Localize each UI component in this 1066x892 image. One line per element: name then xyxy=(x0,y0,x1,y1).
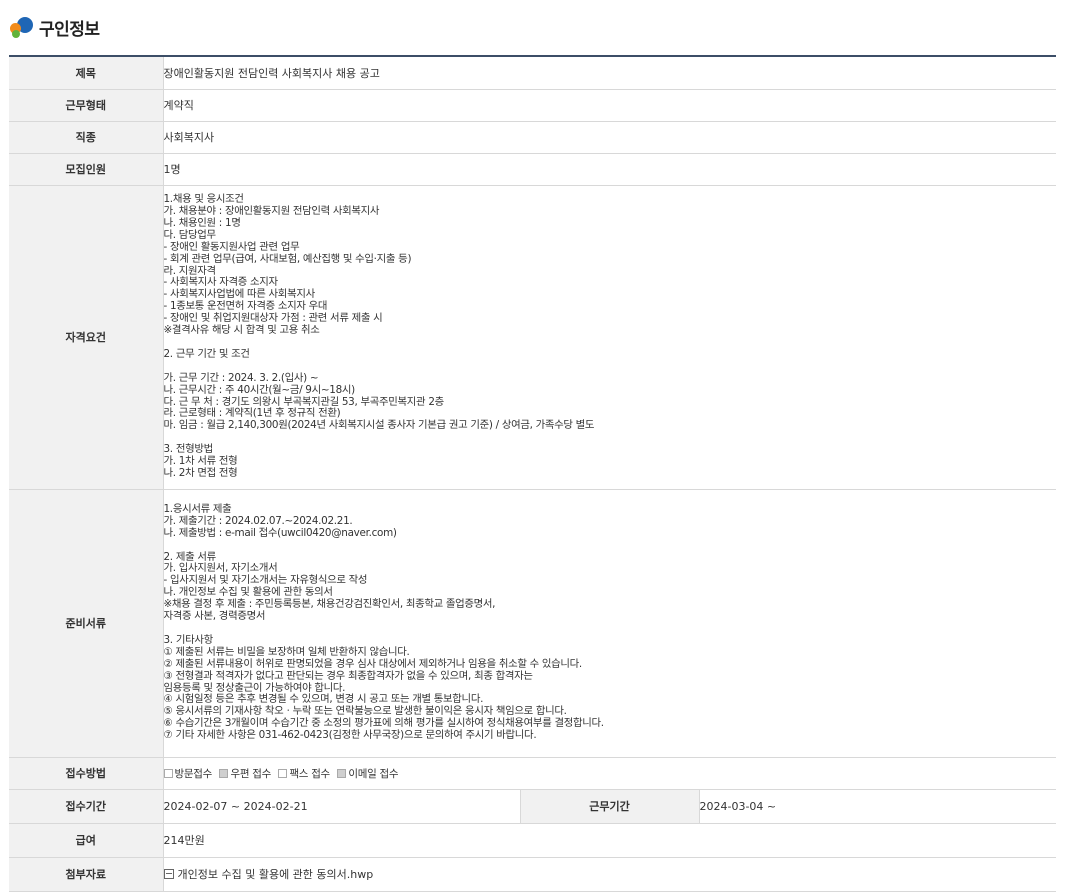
qualifications-cell: 1.채용 및 응시조건 가. 채용분야 : 장애인활동지원 전담인력 사회복지사… xyxy=(163,185,1056,490)
documents-label: 준비서류 xyxy=(9,489,164,758)
checkbox-icon xyxy=(163,768,173,778)
page-header: 구인정보 xyxy=(9,14,100,40)
headcount-value: 1명 xyxy=(163,153,1056,186)
attachment-link[interactable]: 개인정보 수집 및 활용에 관한 동의서.hwp xyxy=(178,868,374,881)
page-title: 구인정보 xyxy=(39,19,100,40)
work-period-label: 근무기간 xyxy=(519,789,700,824)
title-value: 장애인활동지원 전담인력 사회복지사 채용 공고 xyxy=(163,57,1056,90)
checkbox-checked-icon xyxy=(219,768,229,778)
row-title: 제목 장애인활동지원 전담인력 사회복지사 채용 공고 xyxy=(9,57,1056,90)
documents-cell: 1.응시서류 제출 가. 제출기간 : 2024.02.07.~2024.02.… xyxy=(163,489,1056,758)
salary-value: 214만원 xyxy=(163,823,1056,858)
apply-period-value: 2024-02-07 ~ 2024-02-21 xyxy=(163,789,520,824)
headcount-label: 모집인원 xyxy=(9,153,164,186)
row-apply-method: 접수방법 방문접수 우편 접수 팩스 접수 이메일 접수 xyxy=(9,757,1056,790)
checkbox-icon xyxy=(278,768,288,778)
work-type-value: 계약직 xyxy=(163,89,1056,122)
salary-label: 급여 xyxy=(9,823,164,858)
logo-icon xyxy=(9,15,33,39)
job-info-table: 제목 장애인활동지원 전담인력 사회복지사 채용 공고 근무형태 계약직 직종 … xyxy=(9,57,1056,892)
attachment-cell: 개인정보 수집 및 활용에 관한 동의서.hwp xyxy=(163,857,1056,892)
title-label: 제목 xyxy=(9,57,164,90)
row-work-type: 근무형태 계약직 xyxy=(9,89,1056,122)
apply-method-options: 방문접수 우편 접수 팩스 접수 이메일 접수 xyxy=(163,757,1056,790)
work-type-label: 근무형태 xyxy=(9,89,164,122)
job-type-value: 사회복지사 xyxy=(163,121,1056,154)
work-period-value: 2024-03-04 ~ xyxy=(699,789,1056,824)
row-salary: 급여 214만원 xyxy=(9,823,1056,858)
documents-text: 1.응시서류 제출 가. 제출기간 : 2024.02.07.~2024.02.… xyxy=(163,502,605,742)
apply-option-visit: 방문접수 xyxy=(163,768,212,780)
apply-period-label: 접수기간 xyxy=(9,789,164,824)
row-qualifications: 자격요건 1.채용 및 응시조건 가. 채용분야 : 장애인활동지원 전담인력 … xyxy=(9,185,1056,490)
apply-option-email: 이메일 접수 xyxy=(337,768,399,780)
row-apply-period: 접수기간 2024-02-07 ~ 2024-02-21 근무기간 2024-0… xyxy=(9,789,1056,824)
qualifications-label: 자격요건 xyxy=(9,185,164,490)
row-headcount: 모집인원 1명 xyxy=(9,153,1056,186)
file-icon xyxy=(163,869,174,879)
row-attachment: 첨부자료 개인정보 수집 및 활용에 관한 동의서.hwp xyxy=(9,857,1056,892)
attachment-label: 첨부자료 xyxy=(9,857,164,892)
apply-method-label: 접수방법 xyxy=(9,757,164,790)
apply-option-mail: 우편 접수 xyxy=(219,768,271,780)
apply-option-fax: 팩스 접수 xyxy=(278,768,330,780)
job-type-label: 직종 xyxy=(9,121,164,154)
row-job-type: 직종 사회복지사 xyxy=(9,121,1056,154)
checkbox-checked-icon xyxy=(337,768,347,778)
job-info-page: 구인정보 제목 장애인활동지원 전담인력 사회복지사 채용 공고 근무형태 계약… xyxy=(0,0,1066,892)
row-documents: 준비서류 1.응시서류 제출 가. 제출기간 : 2024.02.07.~202… xyxy=(9,489,1056,758)
qualifications-text: 1.채용 및 응시조건 가. 채용분야 : 장애인활동지원 전담인력 사회복지사… xyxy=(163,193,595,479)
